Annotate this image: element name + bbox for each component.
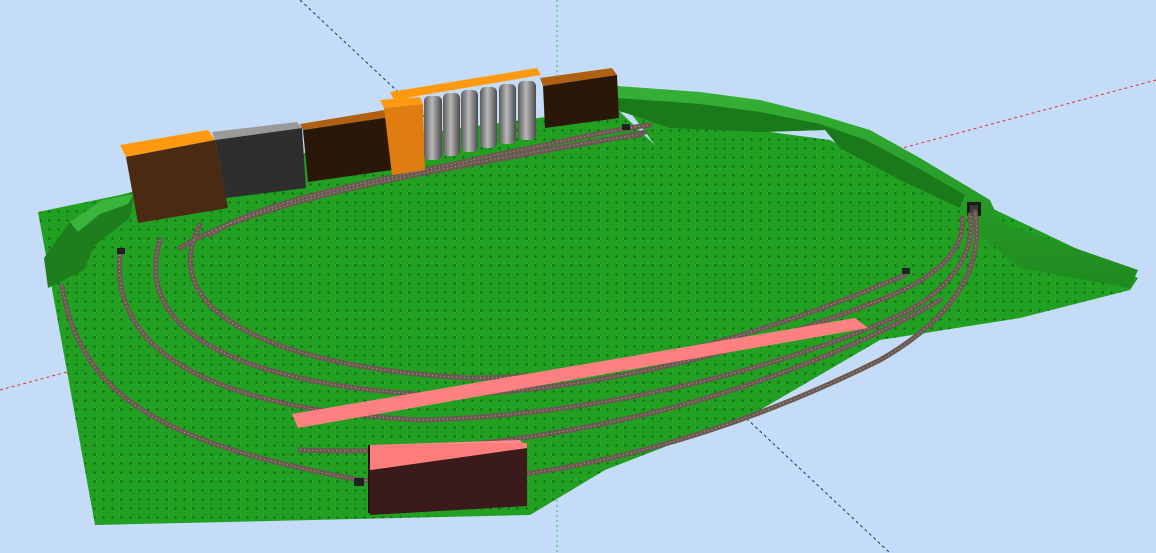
buffer-stop-back (622, 124, 630, 130)
factory-brown[interactable] (300, 110, 392, 182)
factory-back[interactable] (540, 68, 619, 128)
buffer-stop-right (902, 268, 910, 274)
station-building[interactable] (368, 440, 527, 515)
warehouse-left[interactable] (120, 130, 228, 223)
shed-grey[interactable] (212, 122, 306, 198)
buffer-stop-left (117, 248, 125, 254)
layout-scene[interactable] (0, 0, 1156, 553)
buffer-stop-station (354, 478, 364, 486)
3d-viewport[interactable] (0, 0, 1156, 553)
